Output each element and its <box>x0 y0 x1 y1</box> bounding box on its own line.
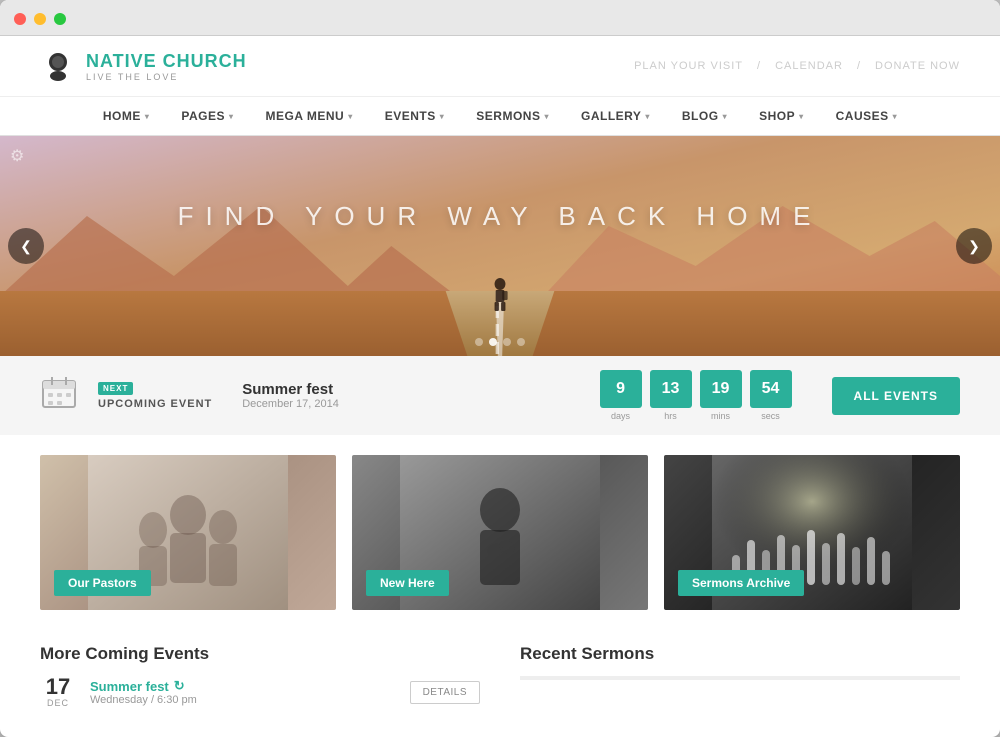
countdown-secs: 54 secs <box>750 370 792 421</box>
separator2: / <box>857 60 861 72</box>
calendar-link[interactable]: CALENDAR <box>775 60 843 72</box>
nav-item-home[interactable]: HOME ▾ <box>87 97 166 135</box>
hero-dot-3[interactable] <box>503 338 511 346</box>
chevron-down-icon: ▾ <box>893 112 898 121</box>
all-events-button[interactable]: ALL EVENTS <box>832 377 960 415</box>
card-pastors-label: Our Pastors <box>54 570 151 596</box>
browser-chrome <box>0 0 1000 36</box>
event-info-title: Summer fest ↻ <box>90 678 396 694</box>
hero-dot-1[interactable] <box>475 338 483 346</box>
calendar-icon <box>40 373 78 418</box>
logo-subtitle: LIVE THE LOVE <box>86 72 247 82</box>
more-events-title: More Coming Events <box>40 644 480 664</box>
details-button[interactable]: DETAILS <box>410 681 480 704</box>
dot-green[interactable] <box>54 13 66 25</box>
event-label-area: NEXT UPCOMING EVENT <box>98 382 212 410</box>
recent-sermons-placeholder <box>520 676 960 680</box>
dot-red[interactable] <box>14 13 26 25</box>
hero-tagline: FIND YOUR WAY BACK HOME <box>178 201 823 232</box>
chevron-down-icon: ▾ <box>348 112 353 121</box>
nav-item-mega[interactable]: MEGA MENU ▾ <box>250 97 369 135</box>
more-events-section: More Coming Events 17 DEC Summer fest ↻ … <box>40 644 480 708</box>
event-date-box: 17 DEC <box>40 676 76 708</box>
event-date: December 17, 2014 <box>242 398 579 410</box>
card-new-here-label: New Here <box>366 570 449 596</box>
chevron-down-icon: ▾ <box>544 112 549 121</box>
dot-yellow[interactable] <box>34 13 46 25</box>
recent-sermons-section: Recent Sermons <box>520 644 960 708</box>
logo-title: NATIVE CHURCH <box>86 51 247 72</box>
next-badge: NEXT <box>98 382 133 395</box>
countdown-mins: 19 mins <box>700 370 742 421</box>
nav-item-shop[interactable]: SHOP ▾ <box>743 97 820 135</box>
chevron-down-icon: ▾ <box>645 112 650 121</box>
donate-link[interactable]: DONATE NOW <box>875 60 960 72</box>
chevron-down-icon: ▾ <box>799 112 804 121</box>
main-nav: HOME ▾ PAGES ▾ MEGA MENU ▾ EVENTS ▾ SERM… <box>0 97 1000 136</box>
browser-content: NATIVE CHURCH LIVE THE LOVE PLAN YOUR VI… <box>0 36 1000 737</box>
logo-accent: CHURCH <box>157 51 247 71</box>
hero-road-svg <box>0 136 1000 356</box>
event-date-month: DEC <box>47 698 69 708</box>
plan-visit-link[interactable]: PLAN YOUR VISIT <box>634 60 743 72</box>
card-sermons-label: Sermons Archive <box>678 570 804 596</box>
countdown: 9 days 13 hrs 19 mins 54 secs <box>600 370 792 421</box>
countdown-mins-value: 19 <box>700 370 742 408</box>
event-title-area: Summer fest December 17, 2014 <box>242 381 579 410</box>
nav-item-causes[interactable]: CAUSES ▾ <box>820 97 914 135</box>
logo-plain: NATIVE <box>86 51 157 71</box>
hero-dot-4[interactable] <box>517 338 525 346</box>
separator1: / <box>757 60 761 72</box>
countdown-days-value: 9 <box>600 370 642 408</box>
nav-item-blog[interactable]: BLOG ▾ <box>666 97 743 135</box>
event-info: Summer fest ↻ Wednesday / 6:30 pm <box>90 678 396 706</box>
countdown-secs-value: 54 <box>750 370 792 408</box>
hero-prev-button[interactable]: ❮ <box>8 228 44 264</box>
nav-item-sermons[interactable]: SERMONS ▾ <box>460 97 565 135</box>
countdown-days: 9 days <box>600 370 642 421</box>
chevron-down-icon: ▾ <box>440 112 445 121</box>
countdown-secs-label: secs <box>761 411 780 421</box>
event-title: Summer fest <box>242 381 579 398</box>
countdown-hrs-label: hrs <box>664 411 677 421</box>
nav-item-gallery[interactable]: GALLERY ▾ <box>565 97 666 135</box>
logo-icon <box>40 48 76 84</box>
hero-next-button[interactable]: ❯ <box>956 228 992 264</box>
refresh-icon: ↻ <box>174 678 185 694</box>
event-row: 17 DEC Summer fest ↻ Wednesday / 6:30 pm… <box>40 676 480 708</box>
hero-dot-2[interactable] <box>489 338 497 346</box>
settings-icon[interactable]: ⚙ <box>10 146 24 166</box>
recent-sermons-title: Recent Sermons <box>520 644 960 664</box>
card-new-here[interactable]: New Here <box>352 455 648 610</box>
browser-window: NATIVE CHURCH LIVE THE LOVE PLAN YOUR VI… <box>0 0 1000 737</box>
event-bar: NEXT UPCOMING EVENT Summer fest December… <box>0 356 1000 435</box>
nav-item-events[interactable]: EVENTS ▾ <box>369 97 461 135</box>
countdown-hrs: 13 hrs <box>650 370 692 421</box>
logo-text: NATIVE CHURCH LIVE THE LOVE <box>86 51 247 82</box>
hero-dots <box>475 338 525 346</box>
upcoming-label: UPCOMING EVENT <box>98 398 212 410</box>
nav-items: HOME ▾ PAGES ▾ MEGA MENU ▾ EVENTS ▾ SERM… <box>87 97 913 135</box>
card-sermons-archive[interactable]: Sermons Archive <box>664 455 960 610</box>
event-info-sub: Wednesday / 6:30 pm <box>90 694 396 706</box>
header-links: PLAN YOUR VISIT / CALENDAR / DONATE NOW <box>634 60 960 72</box>
hero-banner: ⚙ FIND YOUR WAY BACK HOME ❮ ❯ <box>0 136 1000 356</box>
chevron-down-icon: ▾ <box>723 112 728 121</box>
bottom-section: More Coming Events 17 DEC Summer fest ↻ … <box>0 630 1000 708</box>
countdown-mins-label: mins <box>711 411 730 421</box>
cards-section: Our Pastors <box>0 435 1000 630</box>
countdown-hrs-value: 13 <box>650 370 692 408</box>
card-our-pastors[interactable]: Our Pastors <box>40 455 336 610</box>
countdown-days-label: days <box>611 411 630 421</box>
logo-area: NATIVE CHURCH LIVE THE LOVE <box>40 48 247 84</box>
chevron-down-icon: ▾ <box>229 112 234 121</box>
site-header: NATIVE CHURCH LIVE THE LOVE PLAN YOUR VI… <box>0 36 1000 97</box>
event-date-number: 17 <box>46 676 70 698</box>
nav-item-pages[interactable]: PAGES ▾ <box>165 97 249 135</box>
chevron-down-icon: ▾ <box>145 112 150 121</box>
